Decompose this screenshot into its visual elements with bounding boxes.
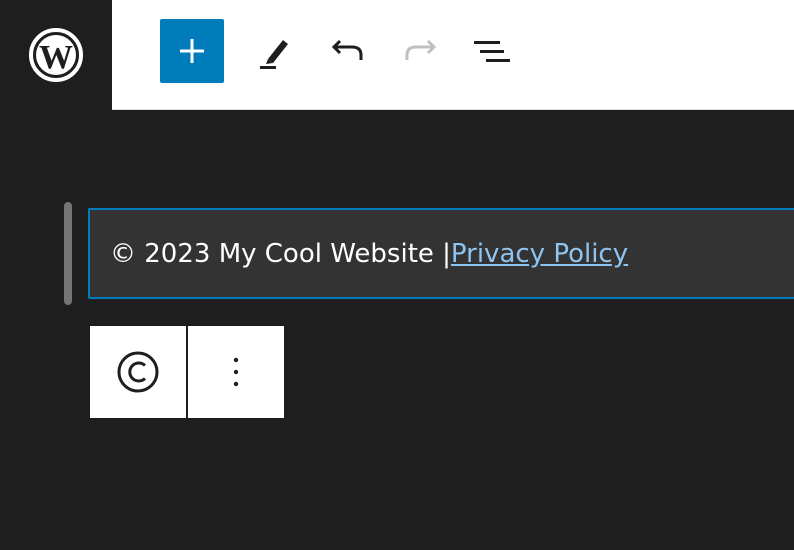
footer-copyright-text: © 2023 My Cool Website | [110,238,451,269]
redo-icon [405,39,437,60]
plus-icon [180,39,204,63]
block-toolbar [90,326,284,418]
block-type-button[interactable] [90,326,186,418]
footer-text-block[interactable]: © 2023 My Cool Website | Privacy Policy [88,208,794,299]
wordpress-logo[interactable]: W [0,0,112,110]
block-options-button[interactable] [188,326,284,418]
svg-text:W: W [39,39,73,76]
add-block-button[interactable] [160,19,224,83]
undo-icon [331,39,363,60]
redo-button[interactable] [388,19,452,83]
wordpress-logo-icon: W [29,28,83,82]
list-view-icon [474,41,510,62]
pencil-icon [260,40,288,69]
copyright-icon [117,351,159,393]
privacy-policy-link[interactable]: Privacy Policy [451,239,628,269]
block-drag-handle[interactable] [64,202,72,305]
undo-button[interactable] [316,19,380,83]
list-view-button[interactable] [460,19,524,83]
editor-toolbar [112,0,794,110]
tools-button[interactable] [244,19,308,83]
more-vertical-icon [233,357,239,387]
